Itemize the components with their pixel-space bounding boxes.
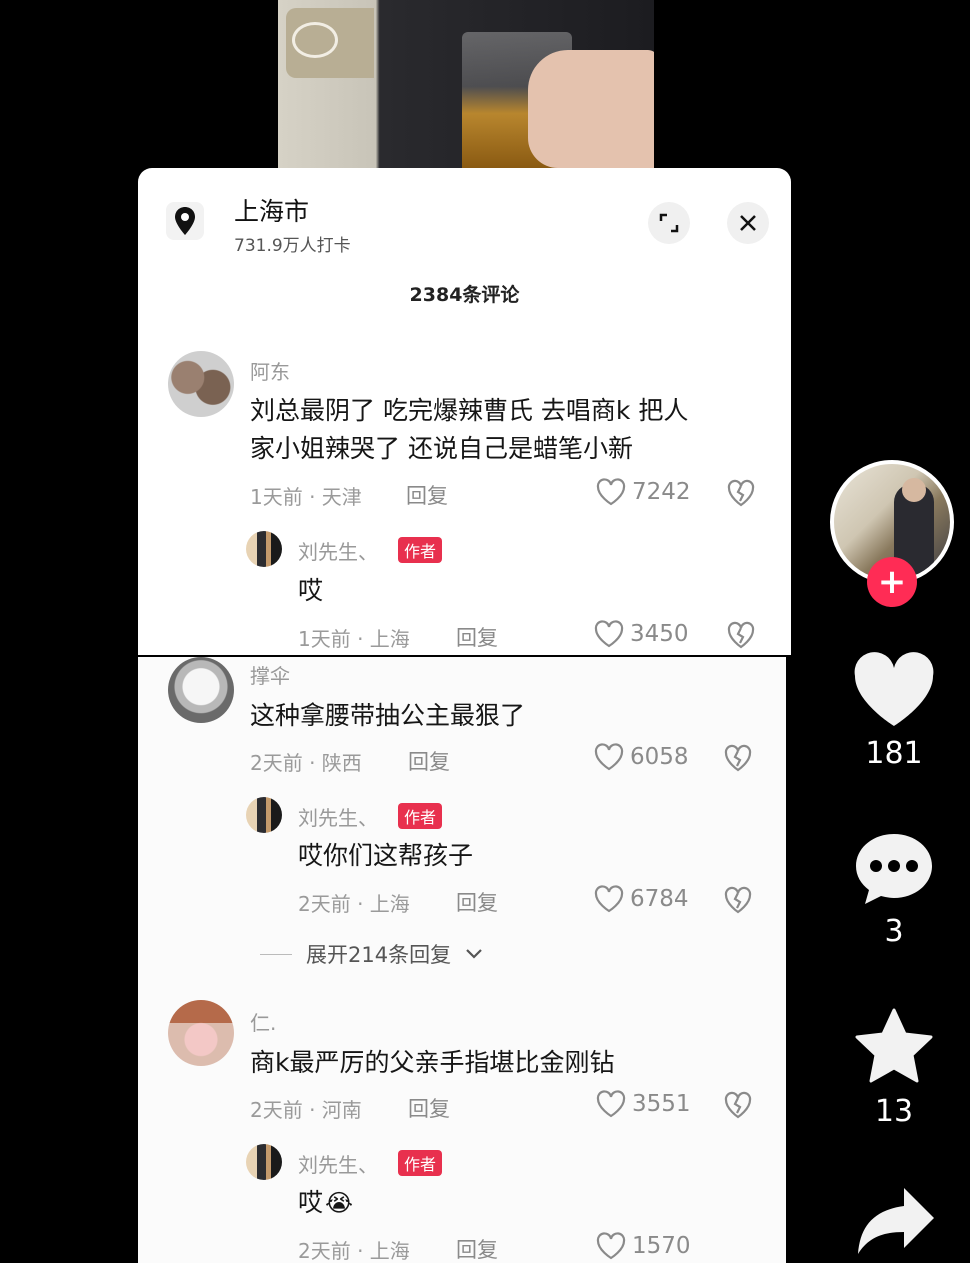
author-badge: 作者 — [398, 537, 443, 563]
heart-outline-icon — [594, 743, 624, 771]
comment-time-location: 2天前 · 陕西 — [250, 751, 362, 775]
comment-time-location: 2天前 · 河南 — [250, 1098, 362, 1122]
broken-heart-icon[interactable] — [723, 1090, 753, 1120]
hand-image — [528, 50, 654, 168]
location-pin-icon — [166, 202, 204, 240]
reply-button[interactable]: 回复 — [408, 1093, 450, 1123]
reply-username[interactable]: 刘先生、 — [298, 536, 378, 565]
divider — [260, 953, 292, 955]
like-count: 3450 — [630, 621, 689, 647]
expand-icon[interactable] — [648, 202, 690, 244]
comment-video-button[interactable]: 3 — [850, 830, 938, 949]
like-button[interactable]: 1570 — [596, 1232, 691, 1260]
share-arrow-icon — [858, 1188, 934, 1254]
heart-outline-icon — [596, 478, 626, 506]
like-count: 181 — [865, 736, 923, 771]
comment-count: 3 — [884, 914, 904, 949]
heart-icon — [854, 652, 934, 726]
avatar[interactable] — [246, 531, 282, 567]
location-checkins: 731.9万人打卡 — [234, 236, 351, 256]
like-button[interactable]: 3551 — [596, 1090, 691, 1118]
expand-replies-label: 展开214条回复 — [306, 943, 452, 967]
app-screen: 上海市 731.9万人打卡 2384条评论 阿东 刘总最阴了 吃完爆辣曹氏 去唱… — [0, 0, 970, 1263]
share-video-button[interactable] — [852, 1182, 940, 1263]
reply-text-row: 哎 😭 — [298, 1184, 353, 1222]
location-title[interactable]: 上海市 — [234, 192, 309, 228]
broken-heart-icon[interactable] — [726, 478, 756, 508]
reply-button[interactable]: 回复 — [406, 480, 448, 510]
reply-time-location: 2天前 · 上海 — [298, 1239, 410, 1263]
chat-bubble-icon — [856, 834, 932, 904]
reply-time-location: 2天前 · 上海 — [298, 892, 410, 916]
comment-text: 商k最严厉的父亲手指堪比金刚钻 — [250, 1048, 615, 1077]
reply-text: 哎 — [298, 1188, 324, 1217]
crying-emoji-icon: 😭 — [325, 1189, 354, 1217]
reply-text: 哎 — [298, 576, 324, 605]
reply-button[interactable]: 回复 — [456, 622, 498, 652]
favorite-video-button[interactable]: 13 — [850, 1006, 938, 1129]
avatar[interactable] — [168, 351, 234, 417]
comment-text: 家小姐辣哭了 还说自己是蜡笔小新 — [250, 434, 633, 463]
avatar[interactable] — [168, 1000, 234, 1066]
like-count: 3551 — [632, 1091, 691, 1117]
broken-heart-icon[interactable] — [726, 620, 756, 650]
like-count: 7242 — [632, 479, 691, 505]
star-icon — [855, 1008, 933, 1083]
close-icon[interactable] — [727, 202, 769, 244]
chevron-down-icon — [466, 949, 482, 959]
heart-outline-icon — [594, 620, 624, 648]
author-badge: 作者 — [398, 1150, 443, 1176]
comments-panel: 上海市 731.9万人打卡 2384条评论 阿东 刘总最阴了 吃完爆辣曹氏 去唱… — [138, 168, 791, 655]
comments-panel-continued: 撑伞 这种拿腰带抽公主最狠了 2天前 · 陕西 回复 6058 刘先生、 作者 … — [138, 657, 786, 1263]
reply-button[interactable]: 回复 — [408, 746, 450, 776]
reply-button[interactable]: 回复 — [456, 1234, 498, 1263]
author-badge: 作者 — [398, 803, 443, 829]
comment-time-location: 1天前 · 天津 — [250, 485, 362, 509]
avatar[interactable] — [246, 797, 282, 833]
like-count: 6784 — [630, 886, 689, 912]
bottle-logo-image — [292, 22, 338, 58]
reply-username[interactable]: 刘先生、 — [298, 802, 378, 831]
like-button[interactable]: 7242 — [596, 478, 691, 506]
comment-count-header: 2384条评论 — [409, 284, 520, 306]
broken-heart-icon[interactable] — [723, 743, 753, 773]
comment-username[interactable]: 撑伞 — [250, 660, 290, 689]
broken-heart-icon[interactable] — [723, 885, 753, 915]
like-count: 6058 — [630, 744, 689, 770]
video-frame[interactable] — [278, 0, 654, 168]
expand-replies-button[interactable]: 展开214条回复 — [260, 939, 483, 969]
comment-text: 这种拿腰带抽公主最狠了 — [250, 701, 526, 730]
like-video-button[interactable]: 181 — [850, 652, 938, 771]
reply-time-location: 1天前 · 上海 — [298, 627, 410, 651]
follow-plus-icon[interactable]: + — [867, 557, 917, 607]
reply-username[interactable]: 刘先生、 — [298, 1149, 378, 1178]
heart-outline-icon — [594, 885, 624, 913]
reply-text: 哎你们这帮孩子 — [298, 841, 474, 870]
comment-username[interactable]: 阿东 — [250, 356, 290, 385]
reply-button[interactable]: 回复 — [456, 887, 498, 917]
like-button[interactable]: 6784 — [594, 885, 689, 913]
heart-outline-icon — [596, 1090, 626, 1118]
comment-text: 刘总最阴了 吃完爆辣曹氏 去唱商k 把人 — [250, 396, 689, 425]
comment-username[interactable]: 仁. — [250, 1007, 276, 1036]
like-button[interactable]: 3450 — [594, 620, 689, 648]
avatar[interactable] — [246, 1144, 282, 1180]
like-count: 1570 — [632, 1233, 691, 1259]
heart-outline-icon — [596, 1232, 626, 1260]
like-button[interactable]: 6058 — [594, 743, 689, 771]
favorite-count: 13 — [874, 1094, 914, 1129]
avatar[interactable] — [168, 657, 234, 723]
